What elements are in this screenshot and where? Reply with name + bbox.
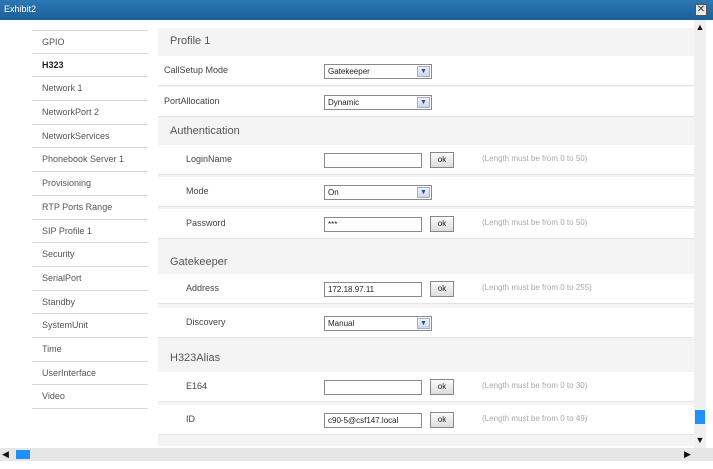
chevron-down-icon: ▼ xyxy=(417,187,430,198)
scroll-left-icon[interactable]: ◀ xyxy=(2,449,9,460)
e164-label: E164 xyxy=(186,381,208,391)
chevron-down-icon: ▼ xyxy=(417,97,430,108)
discovery-row: Discovery Manual ▼ xyxy=(158,308,694,338)
discovery-value: Manual xyxy=(328,319,355,328)
callsetup-label: CallSetup Mode xyxy=(164,65,229,75)
sidebar-item-rtp-ports-range[interactable]: RTP Ports Range xyxy=(32,196,148,220)
address-label: Address xyxy=(186,283,220,293)
scroll-right-icon[interactable]: ▶ xyxy=(684,449,691,460)
sidebar-item-standby[interactable]: Standby xyxy=(32,291,148,315)
address-hint: (Length must be from 0 to 255) xyxy=(482,283,592,292)
id-input[interactable]: c90-5@csf147.local xyxy=(324,413,422,428)
sidebar-item-serialport[interactable]: SerialPort xyxy=(32,267,148,291)
address-input[interactable]: 172.18.97.11 xyxy=(324,282,422,297)
callsetup-row: CallSetup Mode Gatekeeper ▼ xyxy=(158,56,694,86)
portallocation-select[interactable]: Dynamic ▼ xyxy=(324,95,432,110)
sidebar-item-networkservices[interactable]: NetworkServices xyxy=(32,125,148,149)
section-title-gatekeeper: Gatekeeper xyxy=(158,249,694,275)
loginname-ok-button[interactable]: ok xyxy=(430,152,454,168)
discovery-label: Discovery xyxy=(186,317,226,327)
settings-panel: Profile 1 CallSetup Mode Gatekeeper ▼ Po… xyxy=(158,28,694,446)
sidebar: GPIO H323 Network 1 NetworkPort 2 Networ… xyxy=(32,30,148,409)
sidebar-item-networkport-2[interactable]: NetworkPort 2 xyxy=(32,101,148,125)
section-title-h323alias: H323Alias xyxy=(158,345,694,371)
loginname-row: LoginName ok (Length must be from 0 to 5… xyxy=(158,145,694,175)
loginname-hint: (Length must be from 0 to 50) xyxy=(482,154,588,163)
discovery-select[interactable]: Manual ▼ xyxy=(324,316,432,331)
horizontal-scrollbar[interactable]: ◀ ▶ xyxy=(0,448,713,461)
mode-value: On xyxy=(328,188,339,197)
address-ok-button[interactable]: ok xyxy=(430,281,454,297)
close-icon[interactable]: ✕ xyxy=(695,4,707,16)
mode-label: Mode xyxy=(186,186,209,196)
window-titlebar: Exhibit2 ✕ xyxy=(0,0,713,20)
callsetup-value: Gatekeeper xyxy=(328,67,370,76)
portallocation-value: Dynamic xyxy=(328,98,360,107)
chevron-down-icon: ▼ xyxy=(417,318,430,329)
sidebar-item-video[interactable]: Video xyxy=(32,385,148,409)
section-title-authentication: Authentication xyxy=(158,118,694,144)
portallocation-label: PortAllocation xyxy=(164,96,220,106)
password-row: Password *** ok (Length must be from 0 t… xyxy=(158,209,694,239)
sidebar-item-network-1[interactable]: Network 1 xyxy=(32,77,148,102)
loginname-input[interactable] xyxy=(324,153,422,168)
id-ok-button[interactable]: ok xyxy=(430,412,454,428)
chevron-down-icon: ▼ xyxy=(417,66,430,77)
mode-row: Mode On ▼ xyxy=(158,177,694,207)
vertical-scroll-thumb[interactable] xyxy=(695,410,705,424)
sidebar-item-time[interactable]: Time xyxy=(32,338,148,362)
loginname-label: LoginName xyxy=(186,154,233,164)
sidebar-item-h323[interactable]: H323 xyxy=(32,54,148,78)
section-title-profile: Profile 1 xyxy=(158,28,694,54)
main-frame: GPIO H323 Network 1 NetworkPort 2 Networ… xyxy=(0,20,713,469)
left-margin xyxy=(0,20,20,448)
window-title: Exhibit2 xyxy=(4,4,37,14)
e164-ok-button[interactable]: ok xyxy=(430,379,454,395)
scroll-down-icon[interactable]: ▼ xyxy=(694,434,706,446)
sidebar-item-sip-profile-1[interactable]: SIP Profile 1 xyxy=(32,220,148,244)
callsetup-select[interactable]: Gatekeeper ▼ xyxy=(324,64,432,79)
sidebar-item-systemunit[interactable]: SystemUnit xyxy=(32,314,148,338)
password-input[interactable]: *** xyxy=(324,217,422,232)
scroll-up-icon[interactable]: ▲ xyxy=(694,22,706,32)
id-label: ID xyxy=(186,414,195,424)
id-row: ID c90-5@csf147.local ok (Length must be… xyxy=(158,405,694,435)
horizontal-scroll-thumb[interactable] xyxy=(16,450,30,459)
sidebar-item-phonebook-server-1[interactable]: Phonebook Server 1 xyxy=(32,148,148,173)
password-label: Password xyxy=(186,218,226,228)
sidebar-item-gpio[interactable]: GPIO xyxy=(32,30,148,54)
sidebar-item-security[interactable]: Security xyxy=(32,243,148,267)
e164-input[interactable] xyxy=(324,380,422,395)
address-row: Address 172.18.97.11 ok (Length must be … xyxy=(158,274,694,304)
id-hint: (Length must be from 0 to 49) xyxy=(482,414,588,423)
mode-select[interactable]: On ▼ xyxy=(324,185,432,200)
portallocation-row: PortAllocation Dynamic ▼ xyxy=(158,87,694,117)
sidebar-item-userinterface[interactable]: UserInterface xyxy=(32,362,148,386)
password-ok-button[interactable]: ok xyxy=(430,216,454,232)
e164-row: E164 ok (Length must be from 0 to 30) xyxy=(158,372,694,402)
sidebar-item-provisioning[interactable]: Provisioning xyxy=(32,172,148,196)
vertical-scrollbar[interactable]: ▲ ▼ xyxy=(694,20,706,448)
password-hint: (Length must be from 0 to 50) xyxy=(482,218,588,227)
e164-hint: (Length must be from 0 to 30) xyxy=(482,381,588,390)
